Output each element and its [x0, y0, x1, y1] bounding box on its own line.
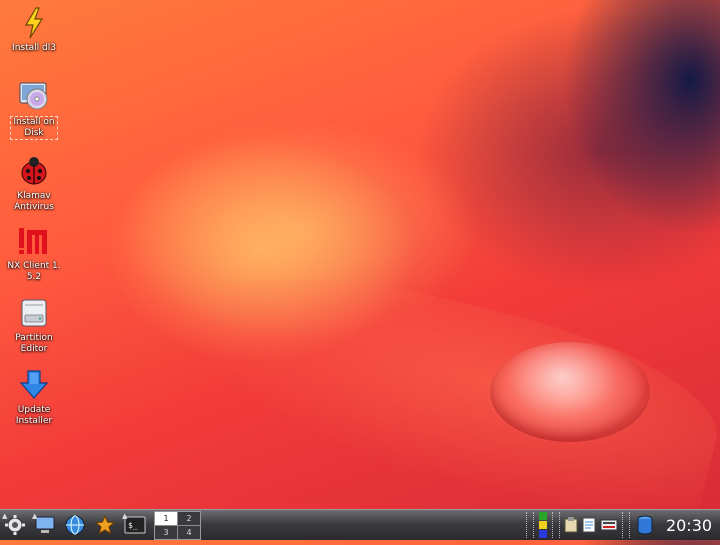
desktop-icon-install-on-disk[interactable]: Install on Disk — [3, 80, 65, 140]
desktop-pager: 1 2 3 4 — [154, 510, 201, 540]
desktop-icon-label: Install on Disk — [10, 116, 58, 140]
down-arrow-icon — [17, 368, 51, 402]
corner-arrow-icon: ▲ — [32, 512, 38, 520]
color-stripe-icon — [539, 512, 547, 538]
notes-icon — [582, 517, 596, 533]
drive-icon — [17, 296, 51, 330]
desktop-icon-nx-client[interactable]: NX Client 1. 5.2 — [3, 224, 65, 283]
disk-install-icon — [17, 80, 51, 114]
ladybug-icon — [17, 154, 51, 188]
lightning-icon — [17, 6, 51, 40]
tray-notes-button[interactable] — [580, 511, 598, 539]
browser-button[interactable] — [60, 511, 90, 539]
desktop-icon-partition-editor[interactable]: Partition Editor — [3, 296, 65, 355]
database-icon — [637, 515, 653, 535]
desktop-icon-klamav-antivirus[interactable]: Klamav Antivirus — [3, 154, 65, 213]
globe-icon — [65, 515, 85, 535]
terminal-button[interactable]: ▲ $_ — [120, 511, 150, 539]
desktop-icon-label: Klamav Antivirus — [14, 191, 54, 212]
desktop-icon-label: Update Installer — [15, 405, 53, 426]
tray-storage-button[interactable] — [632, 511, 658, 539]
desktop-icon-label: NX Client 1. 5.2 — [7, 261, 61, 282]
desktop-icon-install-dl3[interactable]: Install dl3 — [3, 6, 65, 54]
panel-handle[interactable] — [622, 512, 630, 538]
taskbar: ▲ ▲ ▲ $_ 1 2 3 4 20:30 — [0, 509, 720, 540]
corner-arrow-icon: ▲ — [2, 512, 8, 520]
desktop-icon-label: Partition Editor — [15, 333, 53, 354]
nx-client-icon — [17, 224, 51, 258]
kde-menu-button[interactable]: ▲ — [0, 511, 30, 539]
show-desktop-button[interactable]: ▲ — [30, 511, 60, 539]
keyboard-icon — [600, 519, 618, 531]
tray-keyboard-button[interactable] — [598, 511, 620, 539]
wallpaper-water-drop — [490, 342, 650, 442]
corner-arrow-icon: ▲ — [122, 512, 128, 520]
pager-desktop-3[interactable]: 3 — [155, 525, 177, 539]
star-icon — [94, 514, 116, 535]
panel-handle[interactable] — [552, 512, 560, 538]
favorites-button[interactable] — [90, 511, 120, 539]
pager-desktop-4[interactable]: 4 — [178, 525, 200, 539]
desktop-icon-update-installer[interactable]: Update Installer — [3, 368, 65, 427]
panel-handle[interactable] — [526, 512, 534, 538]
pager-desktop-2[interactable]: 2 — [178, 511, 200, 525]
clock[interactable]: 20:30 — [658, 511, 720, 539]
wallpaper-highlight — [120, 120, 480, 340]
tray-clipboard-button[interactable] — [562, 511, 580, 539]
desktop-icon-label: Install dl3 — [12, 43, 56, 53]
clipboard-icon — [564, 517, 578, 533]
svg-text:$_: $_ — [128, 521, 138, 530]
color-bar — [536, 511, 550, 539]
pager-desktop-1[interactable]: 1 — [155, 511, 177, 525]
